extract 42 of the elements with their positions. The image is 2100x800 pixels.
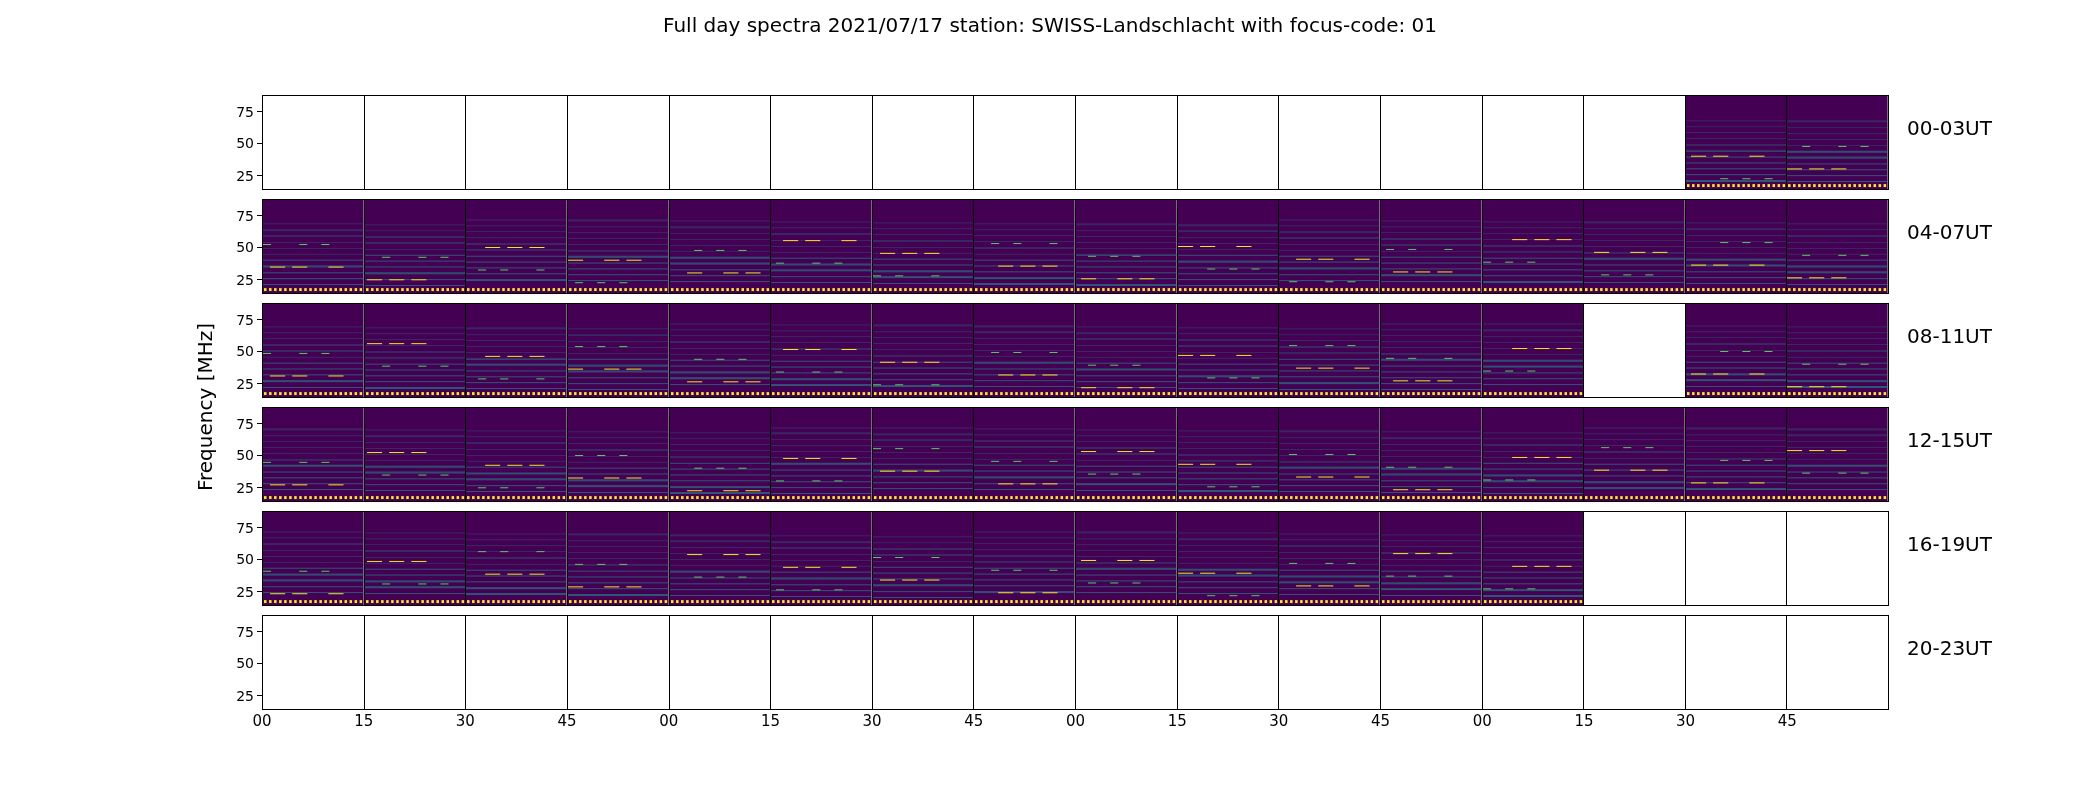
y-tick-label: 50 <box>236 552 254 567</box>
y-axis-label: Frequency [MHz] <box>192 322 218 492</box>
x-tick-label: 15 <box>760 711 780 732</box>
x-tick-label: 45 <box>964 711 984 732</box>
y-tick-label: 25 <box>236 272 254 287</box>
x-tick-label: 00 <box>1065 711 1086 732</box>
x-tick-label: 15 <box>1167 711 1187 732</box>
y-tick-label: 25 <box>236 584 254 599</box>
x-tick-label: 15 <box>1574 711 1594 732</box>
x-tick-label: 30 <box>1269 711 1289 732</box>
figure-title: Full day spectra 2021/07/17 station: SWISS-Landschlacht with focus-code: 01 <box>662 12 1438 39</box>
y-tick-label: 25 <box>236 480 254 495</box>
x-tick-label: 00 <box>659 711 679 732</box>
y-tick-label: 50 <box>236 448 254 463</box>
x-tick-label: 30 <box>455 711 475 732</box>
row-label: 16-19UT <box>1907 531 1992 558</box>
x-tick-label: 30 <box>862 711 882 732</box>
y-tick-label: 25 <box>236 688 254 703</box>
y-tick-label: 75 <box>236 208 254 223</box>
row-label: 12-15UT <box>1907 427 1992 454</box>
y-tick-label: 75 <box>236 416 254 431</box>
x-tick-label: 00 <box>252 711 272 732</box>
x-tick-label: 45 <box>1777 711 1797 732</box>
row-label: 04-07UT <box>1907 219 1992 246</box>
y-tick-label: 75 <box>236 104 254 119</box>
x-tick-label: 30 <box>1676 711 1696 732</box>
x-tick-label: 45 <box>1371 711 1391 732</box>
y-tick-label: 25 <box>236 376 254 391</box>
x-tick-label: 15 <box>354 711 374 732</box>
y-tick-label: 25 <box>236 168 254 183</box>
row-label: 00-03UT <box>1907 115 1992 142</box>
x-tick-label: 00 <box>1472 711 1492 732</box>
x-tick-label: 45 <box>557 711 577 732</box>
y-tick-label: 75 <box>236 624 254 639</box>
y-tick-label: 50 <box>236 344 254 359</box>
y-tick-label: 50 <box>236 656 254 671</box>
y-tick-label: 50 <box>236 240 254 255</box>
row-label: 08-11UT <box>1907 323 1992 350</box>
row-label: 20-23UT <box>1907 635 1992 662</box>
y-tick-label: 75 <box>236 312 254 327</box>
y-tick-label: 50 <box>236 136 254 151</box>
y-tick-label: 75 <box>236 520 254 535</box>
